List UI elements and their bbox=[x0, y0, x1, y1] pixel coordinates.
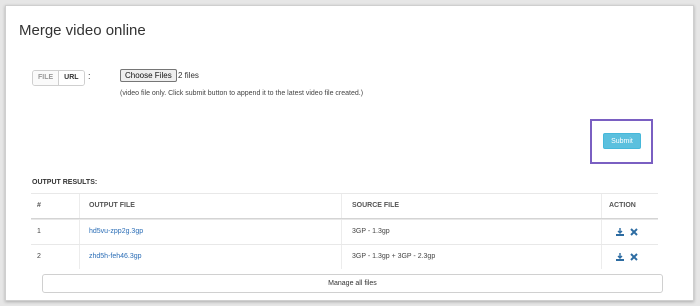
submit-highlight-frame: Submit bbox=[590, 119, 653, 164]
download-icon[interactable] bbox=[615, 227, 625, 237]
source-file-name: 3GP - 1.3gp bbox=[352, 228, 390, 235]
toggle-colon: : bbox=[88, 71, 91, 81]
output-table: # OUTPUT FILE SOURCE FILE ACTION 1 hd5vu… bbox=[31, 193, 658, 269]
col-header-output-file: OUTPUT FILE bbox=[89, 202, 135, 209]
col-header-source-file: SOURCE FILE bbox=[352, 202, 400, 209]
row-number: 1 bbox=[37, 228, 41, 235]
col-header-number: # bbox=[37, 202, 41, 209]
merge-video-panel: Merge video online FILE URL : Choose Fil… bbox=[5, 5, 694, 301]
download-icon[interactable] bbox=[615, 252, 625, 262]
column-divider bbox=[601, 220, 602, 244]
col-header-action: ACTION bbox=[609, 202, 636, 209]
column-divider bbox=[79, 194, 80, 218]
table-row: 2 zhd5h-feh46.3gp 3GP - 1.3gp + 3GP - 2.… bbox=[31, 244, 658, 269]
file-toggle-option[interactable]: FILE bbox=[33, 71, 60, 85]
choose-files-button[interactable]: Choose Files bbox=[120, 69, 177, 82]
table-header: # OUTPUT FILE SOURCE FILE ACTION bbox=[31, 193, 658, 219]
row-actions bbox=[615, 252, 639, 262]
upload-hint: (video file only. Click submit button to… bbox=[120, 90, 364, 97]
manage-all-files-button[interactable]: Manage all files bbox=[42, 274, 663, 293]
source-toggle[interactable]: FILE URL bbox=[32, 70, 85, 86]
url-toggle-option[interactable]: URL bbox=[59, 71, 84, 85]
column-divider bbox=[341, 245, 342, 269]
page-title: Merge video online bbox=[19, 22, 146, 39]
selected-files-count: 2 files bbox=[178, 71, 199, 80]
source-file-name: 3GP - 1.3gp + 3GP - 2.3gp bbox=[352, 253, 436, 260]
column-divider bbox=[79, 245, 80, 269]
row-number: 2 bbox=[37, 253, 41, 260]
close-icon[interactable] bbox=[629, 252, 639, 262]
output-file-link[interactable]: zhd5h-feh46.3gp bbox=[89, 245, 142, 269]
output-file-link[interactable]: hd5vu-zpp2g.3gp bbox=[89, 220, 143, 244]
submit-button[interactable]: Submit bbox=[603, 133, 641, 149]
column-divider bbox=[341, 220, 342, 244]
table-row: 1 hd5vu-zpp2g.3gp 3GP - 1.3gp bbox=[31, 219, 658, 244]
close-icon[interactable] bbox=[629, 227, 639, 237]
column-divider bbox=[601, 194, 602, 218]
column-divider bbox=[79, 220, 80, 244]
column-divider bbox=[341, 194, 342, 218]
output-results-label: OUTPUT RESULTS: bbox=[32, 179, 98, 186]
row-actions bbox=[615, 227, 639, 237]
column-divider bbox=[601, 245, 602, 269]
